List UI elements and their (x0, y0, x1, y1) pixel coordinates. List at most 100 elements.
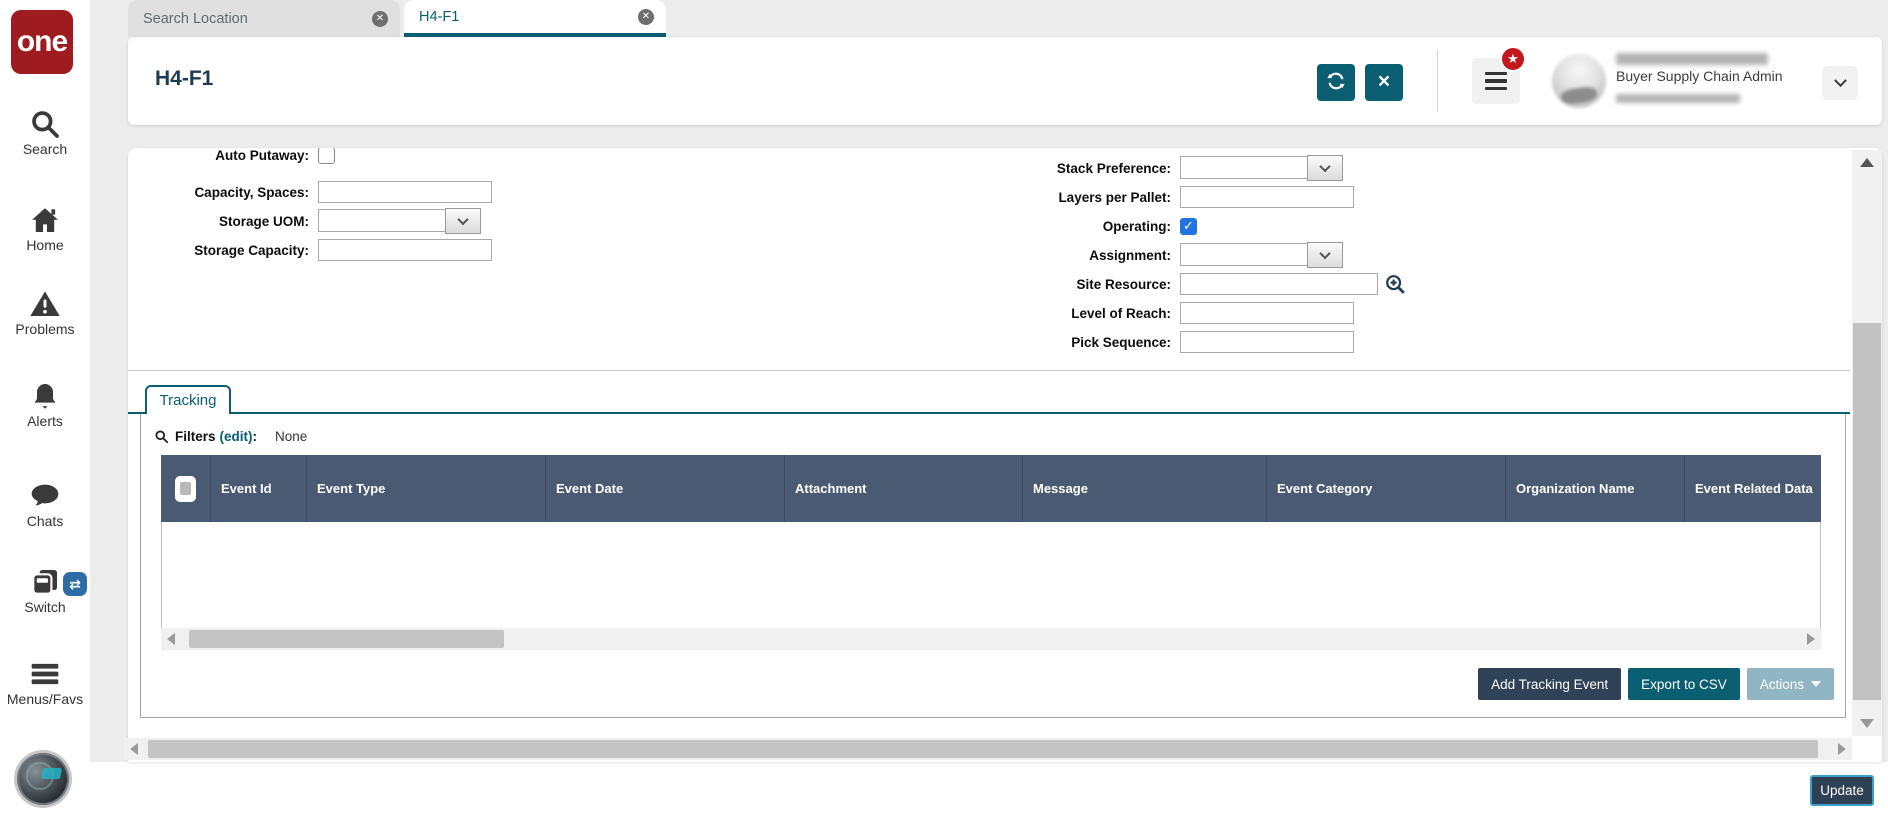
page-vertical-scrollbar[interactable] (1852, 150, 1882, 736)
table-scrollbar-thumb[interactable] (189, 630, 504, 648)
level-of-reach-input[interactable] (1180, 302, 1354, 324)
form-row-operating: Operating: ✓ (977, 213, 1197, 239)
storage-uom-select[interactable] (318, 208, 481, 234)
sidebar-item-problems[interactable]: Problems (0, 288, 90, 337)
auto-putaway-checkbox[interactable] (318, 148, 335, 164)
tab-bar: Search Location ✕ H4-F1 ✕ (128, 0, 666, 37)
form-row-auto-putaway: Auto Putaway: (128, 148, 335, 168)
capacity-spaces-input[interactable] (318, 181, 492, 203)
sidebar-item-label: Menus/Favs (6, 691, 84, 707)
field-label-capacity-spaces: Capacity, Spaces: (194, 184, 309, 200)
field-label-storage-uom: Storage UOM: (218, 213, 309, 229)
filters-edit-link[interactable]: (edit) (220, 429, 253, 444)
pick-sequence-input[interactable] (1180, 331, 1354, 353)
sidebar-item-chats[interactable]: Chats (0, 480, 90, 529)
user-org-redacted (1616, 94, 1740, 103)
export-to-csv-button[interactable]: Export to CSV (1628, 668, 1740, 700)
tab-h4-f1[interactable]: H4-F1 ✕ (404, 0, 666, 37)
storage-capacity-input[interactable] (318, 239, 492, 261)
sidebar-item-switch[interactable]: Switch ⇄ (0, 566, 90, 615)
sidebar-item-label: Chats (26, 513, 64, 529)
user-avatar[interactable] (1552, 54, 1606, 108)
scroll-right-arrow[interactable] (1838, 743, 1846, 755)
select-value (1180, 156, 1308, 179)
table-horizontal-scrollbar[interactable] (161, 628, 1821, 650)
user-dropdown-button[interactable] (1822, 66, 1858, 100)
page-scrollbar-thumb[interactable] (148, 740, 1818, 758)
column-header-event-type[interactable]: Event Type (307, 455, 546, 522)
update-button[interactable]: Update (1810, 775, 1874, 806)
vertical-scrollbar-thumb[interactable] (1853, 323, 1881, 700)
tab-search-location[interactable]: Search Location ✕ (128, 0, 400, 37)
filters-colon: : (252, 428, 258, 444)
bell-icon (29, 380, 61, 412)
sidebar-item-label: Problems (15, 321, 75, 337)
magnifier-plus-icon[interactable] (1384, 273, 1406, 295)
operating-checkbox[interactable]: ✓ (1180, 217, 1197, 235)
field-label-pick-sequence: Pick Sequence: (1071, 334, 1171, 350)
tracking-tab-underline (128, 412, 1850, 414)
app-root: one Search Home Problems Alerts Chats Switch ⇄… (0, 0, 1888, 818)
form-row-storage-uom: Storage UOM: (128, 208, 481, 234)
filters-label: Filters (175, 428, 216, 444)
scroll-down-arrow[interactable] (1860, 719, 1874, 728)
form-row-capacity-spaces: Capacity, Spaces: (128, 179, 492, 205)
close-icon: × (1377, 69, 1391, 93)
stack-preference-select[interactable] (1180, 155, 1343, 181)
main-area: Search Location ✕ H4-F1 ✕ H4-F1 × ★ Buye… (90, 0, 1888, 818)
select-dropdown-button[interactable] (445, 208, 481, 234)
column-header-message[interactable]: Message (1023, 455, 1267, 522)
select-dropdown-button[interactable] (1307, 155, 1343, 181)
sidebar-item-home[interactable]: Home (0, 204, 90, 253)
star-badge-icon: ★ (1500, 46, 1526, 72)
site-resource-input[interactable] (1180, 273, 1378, 295)
column-header-event-id[interactable]: Event Id (211, 455, 307, 522)
sidebar-item-search[interactable]: Search (0, 108, 90, 157)
chat-bubble-icon (29, 480, 61, 512)
form-row-stack-preference: Stack Preference: (977, 155, 1343, 181)
page-horizontal-scrollbar[interactable] (124, 738, 1852, 760)
scroll-right-arrow[interactable] (1807, 633, 1815, 645)
tracking-buttons: Add Tracking Event Export to CSV Actions (1478, 668, 1834, 700)
column-header-event-category[interactable]: Event Category (1267, 455, 1506, 522)
select-all-checkbox[interactable] (175, 475, 196, 502)
scroll-left-arrow[interactable] (167, 633, 175, 645)
tab-label: Search Location (143, 10, 248, 27)
one-logo[interactable]: one (11, 10, 73, 74)
form-row-site-resource: Site Resource: (977, 271, 1406, 297)
close-page-button[interactable]: × (1365, 64, 1403, 101)
tracking-table-header: Event Id Event Type Event Date Attachment Me… (161, 455, 1821, 522)
select-dropdown-button[interactable] (1307, 242, 1343, 268)
magnifier-icon (154, 429, 169, 444)
actions-dropdown-button[interactable]: Actions (1746, 668, 1834, 700)
scroll-up-arrow[interactable] (1860, 158, 1874, 167)
sidebar-item-alerts[interactable]: Alerts (0, 380, 90, 429)
tab-close-icon[interactable]: ✕ (372, 10, 388, 27)
scroll-left-arrow[interactable] (130, 743, 138, 755)
select-value (318, 209, 446, 232)
column-header-organization-name[interactable]: Organization Name (1506, 455, 1685, 522)
hamburger-icon (29, 658, 61, 690)
tab-tracking[interactable]: Tracking (145, 385, 231, 414)
swap-arrows-icon[interactable]: ⇄ (63, 572, 87, 596)
column-header-attachment[interactable]: Attachment (785, 455, 1023, 522)
layers-per-pallet-input[interactable] (1180, 186, 1354, 208)
sidebar-item-menus-favs[interactable]: Menus/Favs (0, 658, 90, 707)
add-tracking-event-button[interactable]: Add Tracking Event (1478, 668, 1622, 700)
refresh-button[interactable] (1317, 64, 1355, 101)
chevron-down-icon (1833, 73, 1847, 87)
assistant-avatar[interactable] (17, 753, 69, 805)
column-header-event-related-data[interactable]: Event Related Data (1685, 455, 1821, 522)
field-label-storage-capacity: Storage Capacity: (194, 242, 309, 258)
column-header-event-date[interactable]: Event Date (546, 455, 785, 522)
field-label-auto-putaway: Auto Putaway: (215, 148, 309, 163)
field-label-operating: Operating: (1102, 218, 1171, 234)
field-label-stack-preference: Stack Preference: (1056, 160, 1171, 176)
form-row-level-of-reach: Level of Reach: (977, 300, 1354, 326)
assignment-select[interactable] (1180, 242, 1343, 268)
location-form: Auto Putaway: Capacity, Spaces: Storage UO… (128, 148, 1850, 371)
select-all-header-cell (161, 455, 211, 522)
sidebar-item-label: Alerts (27, 413, 63, 429)
sidebar-item-label: Search (22, 141, 68, 157)
tab-close-icon[interactable]: ✕ (638, 8, 654, 25)
